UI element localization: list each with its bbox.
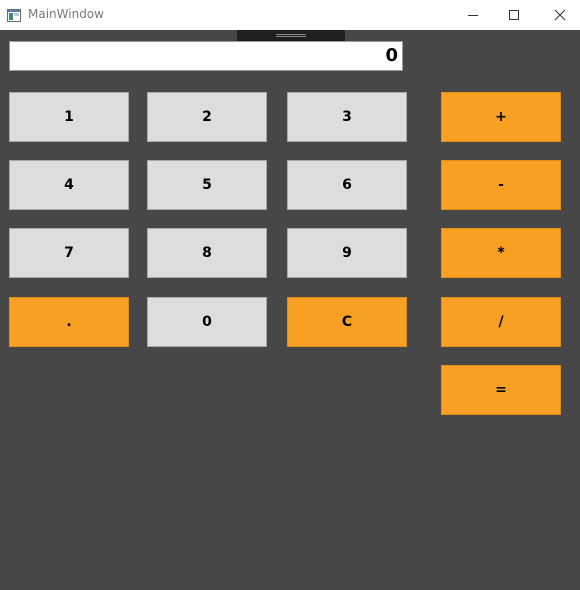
app-window-icon — [7, 7, 21, 22]
close-button[interactable] — [537, 0, 580, 29]
window-title: MainWindow — [28, 7, 104, 21]
minimize-button[interactable] — [450, 0, 496, 29]
grip-icon — [276, 34, 306, 37]
digit-3-button[interactable]: 3 — [287, 92, 407, 142]
digit-0-button[interactable]: 0 — [147, 297, 267, 347]
add-button[interactable]: + — [441, 92, 561, 142]
minimize-icon — [467, 9, 479, 21]
clear-button[interactable]: C — [287, 297, 407, 347]
digit-9-button[interactable]: 9 — [287, 228, 407, 278]
digit-8-button[interactable]: 8 — [147, 228, 267, 278]
maximize-icon — [508, 9, 520, 21]
equals-button[interactable]: = — [441, 365, 561, 415]
decimal-button[interactable]: . — [9, 297, 129, 347]
drag-handle[interactable] — [237, 30, 345, 41]
result-display: 0 — [9, 41, 403, 71]
digit-5-button[interactable]: 5 — [147, 160, 267, 210]
multiply-button[interactable]: * — [441, 228, 561, 278]
digit-4-button[interactable]: 4 — [9, 160, 129, 210]
calculator-window: MainWindow 0 1 2 3 + 4 5 6 - 7 8 9 * . 0… — [0, 0, 580, 590]
title-bar[interactable]: MainWindow — [0, 0, 580, 30]
digit-1-button[interactable]: 1 — [9, 92, 129, 142]
maximize-button[interactable] — [491, 0, 537, 29]
divide-button[interactable]: / — [441, 297, 561, 347]
digit-7-button[interactable]: 7 — [9, 228, 129, 278]
digit-6-button[interactable]: 6 — [287, 160, 407, 210]
subtract-button[interactable]: - — [441, 160, 561, 210]
digit-2-button[interactable]: 2 — [147, 92, 267, 142]
close-icon — [554, 9, 566, 21]
